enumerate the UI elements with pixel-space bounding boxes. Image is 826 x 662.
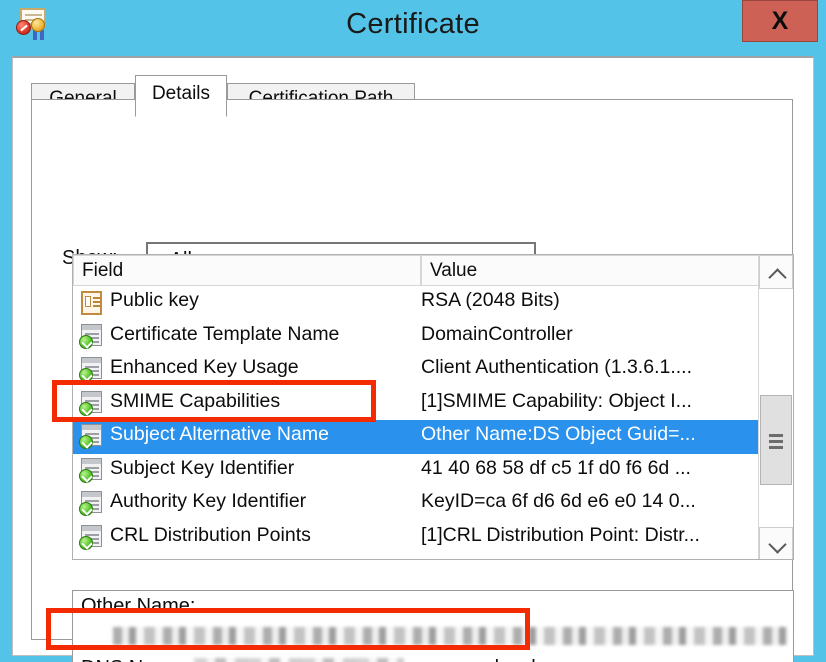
certificate-dialog-window: Certificate X General Details Certificat…: [0, 0, 826, 662]
row-field-text: Subject Key Identifier: [110, 456, 295, 479]
row-field-text: CRL Distribution Points: [110, 523, 311, 546]
list-header-row: Field Value: [73, 255, 793, 286]
green-down-arrow-icon: [79, 468, 93, 483]
green-down-arrow-icon: [79, 435, 93, 449]
row-field-text: Certificate Template Name: [110, 322, 340, 345]
row-value-text: DomainController: [421, 322, 573, 345]
row-field-text: Enhanced Key Usage: [110, 356, 299, 378]
extension-icon: [79, 390, 105, 417]
extension-icon: [79, 357, 105, 383]
table-row[interactable]: Certificate Template Name DomainControlle…: [73, 320, 760, 354]
row-value-text: RSA (2048 Bits): [421, 289, 560, 311]
certificate-fields-listview: Field Value Public key RSA (2048 Bits) Cer…: [72, 254, 794, 560]
detail-dns-name-line: DNS Name= .company.local: [81, 657, 536, 662]
redacted-guid-text: [113, 627, 789, 645]
field-detail-pane[interactable]: Other Name: DNS Name= .company.local: [72, 590, 794, 662]
green-down-arrow-icon: [79, 334, 93, 349]
column-header-field[interactable]: Field: [73, 255, 421, 286]
green-down-arrow-icon: [79, 535, 93, 550]
green-down-arrow-icon: [79, 401, 93, 416]
chevron-down-icon: [768, 535, 787, 554]
extension-icon: [79, 323, 105, 350]
column-header-value[interactable]: Value: [421, 255, 760, 286]
table-row[interactable]: CRL Distribution Points [1]CRL Distributi…: [73, 521, 760, 555]
dialog-body: General Details Certification Path Show:…: [12, 56, 814, 662]
row-value-text: 41 40 68 58 df c5 1f d0 f6 6d ...: [421, 456, 691, 479]
row-value-text: [1]CRL Distribution Point: Distr...: [421, 523, 700, 546]
row-field-text: Authority Key Identifier: [110, 490, 307, 512]
redacted-hostname-text: [193, 658, 404, 662]
title-bar: Certificate X: [0, 0, 826, 55]
chevron-up-icon: [768, 268, 787, 287]
public-key-glyph: [81, 291, 102, 315]
green-down-arrow-icon: [79, 502, 93, 516]
scrollbar-thumb[interactable]: [760, 395, 792, 485]
close-button[interactable]: X: [742, 0, 818, 42]
window-title: Certificate: [346, 8, 480, 40]
row-field-text: Public key: [110, 289, 199, 311]
extension-icon: [79, 457, 105, 484]
row-field-text: Subject Alternative Name: [110, 423, 329, 445]
tab-details[interactable]: Details: [135, 75, 227, 117]
table-row[interactable]: Enhanced Key Usage Client Authentication …: [73, 353, 760, 387]
list-rows-container: Public key RSA (2048 Bits) Certificate Tem…: [73, 286, 760, 559]
row-value-text: Client Authentication (1.3.6.1....: [421, 356, 693, 378]
scrollbar-down-button[interactable]: [759, 527, 793, 559]
dns-name-prefix: DNS Name=: [81, 657, 194, 662]
row-field-text: SMIME Capabilities: [110, 389, 281, 412]
dns-name-suffix: .company.local: [404, 657, 536, 662]
scrollbar-grip-icon: [769, 434, 783, 437]
list-scrollbar[interactable]: [758, 255, 793, 559]
row-value-text: Other Name:DS Object Guid=...: [421, 423, 696, 445]
green-down-arrow-icon: [79, 368, 93, 382]
table-row[interactable]: Public key RSA (2048 Bits): [73, 286, 760, 320]
table-row[interactable]: SMIME Capabilities [1]SMIME Capability: O…: [73, 387, 760, 421]
table-row[interactable]: Subject Key Identifier 41 40 68 58 df c5 …: [73, 454, 760, 488]
row-value-text: KeyID=ca 6f d6 6d e6 e0 14 0...: [421, 490, 696, 512]
table-row[interactable]: Authority Key Identifier KeyID=ca 6f d6 6…: [73, 487, 760, 521]
details-tab-panel: Show: <All> Field Value Public keyRSA (2…: [31, 100, 794, 662]
table-row[interactable]: Subject Alternative Name Other Name:DS Ob…: [73, 420, 760, 454]
scrollbar-up-button[interactable]: [759, 255, 793, 289]
public-key-icon: [79, 290, 105, 316]
row-value-text: [1]SMIME Capability: Object I...: [421, 389, 692, 412]
detail-other-name-label: Other Name:: [81, 595, 196, 617]
extension-icon: [79, 424, 105, 450]
extension-icon: [79, 491, 105, 517]
extension-icon: [79, 524, 105, 551]
